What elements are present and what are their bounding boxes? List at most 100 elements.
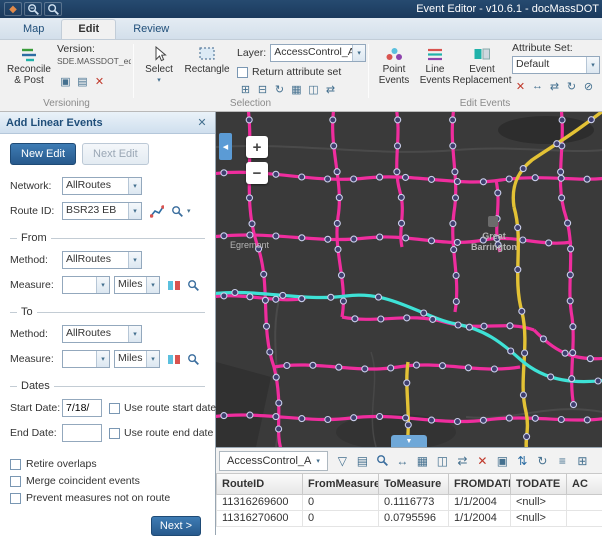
version-value: SDE.MASSDOT_editor1 [57, 56, 131, 66]
tab-review[interactable]: Review [116, 19, 186, 39]
pick-measure-on-map-icon[interactable] [165, 351, 182, 367]
from-method-label: Method: [10, 254, 62, 266]
select-route-on-map-icon[interactable] [148, 203, 165, 219]
pick-measure-on-map-icon[interactable] [165, 277, 182, 293]
chevron-down-icon: ▾ [128, 178, 141, 194]
to-unit-select[interactable]: Miles ▾ [114, 350, 160, 368]
event-replacement-icon [473, 46, 491, 62]
table-tab-accesscontrol[interactable]: AccessControl_A ▾ [219, 451, 328, 471]
show-selected-icon[interactable]: ▦ [413, 451, 432, 470]
sort-icon[interactable]: ⇅ [513, 451, 532, 470]
ribbon-separator [368, 44, 369, 98]
tab-edit[interactable]: Edit [61, 19, 116, 39]
column-header[interactable]: AC [567, 474, 602, 494]
dates-section: Dates [10, 380, 205, 392]
copy-record-icon[interactable]: ▣ [493, 451, 512, 470]
point-events-button[interactable]: Point Events [374, 43, 414, 99]
select-tool-button[interactable]: Select ▾ [140, 43, 178, 99]
zoom-to-selected-icon[interactable] [373, 451, 392, 470]
network-select[interactable]: AllRoutes ▾ [62, 177, 142, 195]
route-shield-icon [488, 216, 498, 227]
chevron-down-icon: ▾ [157, 75, 161, 86]
switch-selection-icon[interactable]: ⇄ [322, 81, 339, 97]
switch-selection-icon[interactable]: ⇄ [453, 451, 472, 470]
start-date-input[interactable] [62, 399, 102, 417]
swap-measures-icon[interactable]: ⇄ [546, 78, 563, 94]
from-measure-input[interactable]: ▾ [62, 276, 110, 294]
cursor-icon [152, 46, 167, 62]
start-date-label: Start Date: [10, 402, 62, 414]
zoom-out-tool-icon[interactable] [44, 2, 62, 16]
route-id-select[interactable]: BSR23 EB ▾ [62, 202, 142, 220]
use-route-end-checkbox[interactable] [109, 428, 120, 439]
column-header[interactable]: ToMeasure [379, 474, 449, 494]
use-route-start-checkbox[interactable] [109, 403, 120, 414]
column-options-icon[interactable]: ≡ [553, 451, 572, 470]
refresh-table-icon[interactable]: ↻ [533, 451, 552, 470]
select-add-icon[interactable]: ⊞ [237, 81, 254, 97]
table-row[interactable]: 11316269600 0 0.1116773 1/1/2004 <null> [217, 494, 602, 510]
close-icon[interactable]: ✕ [195, 116, 209, 129]
rectangle-icon [198, 46, 216, 62]
zoom-in-button[interactable]: + [246, 136, 268, 158]
from-method-select[interactable]: AllRoutes ▾ [62, 251, 142, 269]
new-edit-button[interactable]: New Edit [10, 143, 76, 165]
layer-select[interactable]: AccessControl_A ▾ [270, 44, 366, 62]
route-id-label: Route ID: [10, 205, 62, 217]
collapse-table-icon[interactable]: ▼ [391, 435, 427, 447]
block-edit-icon[interactable]: ⊘ [580, 78, 597, 94]
return-attribute-set-checkbox[interactable] [237, 67, 248, 78]
collapse-panel-icon[interactable]: ◀ [219, 133, 232, 160]
titlebar: ◆ Event Editor - v10.6.1 - docMassDOT [0, 0, 602, 18]
column-header[interactable]: FromMeasure [303, 474, 379, 494]
attribute-set-select[interactable]: Default ▾ [512, 56, 600, 74]
table-menu-icon[interactable]: ▤ [353, 451, 372, 470]
from-unit-select[interactable]: Miles ▾ [114, 276, 160, 294]
reconcile-post-button[interactable]: Reconcile & Post [4, 43, 54, 99]
end-date-input[interactable] [62, 424, 102, 442]
filter-icon[interactable]: ▽ [333, 451, 352, 470]
column-header[interactable]: RouteID [217, 474, 303, 494]
select-remove-icon[interactable]: ⊟ [254, 81, 271, 97]
column-header[interactable]: TODATE [511, 474, 567, 494]
zoom-to-measure-icon[interactable] [185, 351, 202, 367]
merge-coincident-checkbox[interactable] [10, 476, 21, 487]
next-edit-button[interactable]: Next Edit [82, 143, 149, 165]
app-icon[interactable]: ◆ [4, 2, 22, 16]
chevron-down-icon: ▾ [128, 326, 141, 342]
to-measure-input[interactable]: ▾ [62, 350, 110, 368]
zoom-out-button[interactable]: − [246, 162, 268, 184]
prevent-measures-label: Prevent measures not on route [26, 492, 170, 504]
clear-selection-icon[interactable]: ◫ [305, 81, 322, 97]
reselect-icon[interactable]: ↻ [271, 81, 288, 97]
zoom-to-route-icon[interactable] [169, 203, 186, 219]
clear-selection-icon[interactable]: ◫ [433, 451, 452, 470]
to-method-select[interactable]: AllRoutes ▾ [62, 325, 142, 343]
delete-record-icon[interactable]: ✕ [473, 451, 492, 470]
paste-version-icon[interactable]: ▤ [74, 73, 91, 89]
pan-to-selected-icon[interactable]: ↔ [393, 451, 412, 470]
event-replacement-button[interactable]: Event Replacement [456, 43, 508, 99]
line-events-button[interactable]: Line Events [416, 43, 454, 99]
map-canvas[interactable]: Egremont Great Barrington ◀ + − ▼ [216, 112, 602, 447]
next-button[interactable]: Next > [151, 516, 201, 536]
rectangle-tool-button[interactable]: Rectangle [182, 43, 232, 99]
zoom-to-measure-icon[interactable] [185, 277, 202, 293]
column-header[interactable]: FROMDATE [449, 474, 511, 494]
tab-map[interactable]: Map [6, 19, 61, 39]
delete-version-icon[interactable]: ✕ [91, 73, 108, 89]
extend-events-icon[interactable]: ↔ [529, 78, 546, 94]
add-record-icon[interactable]: ⊞ [573, 451, 592, 470]
retire-overlaps-checkbox[interactable] [10, 459, 21, 470]
prevent-measures-checkbox[interactable] [10, 493, 21, 504]
recalculate-icon[interactable]: ↻ [563, 78, 580, 94]
delete-events-icon[interactable]: ✕ [512, 78, 529, 94]
zoom-in-tool-icon[interactable] [24, 2, 42, 16]
copy-version-icon[interactable]: ▣ [57, 73, 74, 89]
ribbon-separator [133, 44, 134, 98]
table-row[interactable]: 11316270600 0 0.0795596 1/1/2004 <null> [217, 510, 602, 526]
select-grid-icon[interactable]: ▦ [288, 81, 305, 97]
chevron-down-icon[interactable]: ▾ [187, 207, 191, 215]
table-header-row: RouteID FromMeasure ToMeasure FROMDATE T… [217, 474, 602, 494]
chevron-down-icon: ▾ [352, 45, 365, 61]
